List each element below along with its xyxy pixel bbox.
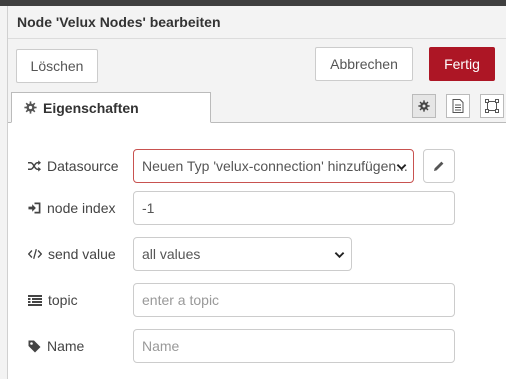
chevron-down-icon — [334, 252, 345, 259]
datasource-label: Datasource — [47, 158, 119, 174]
topic-label-wrap: topic — [28, 283, 78, 317]
delete-button[interactable]: Löschen — [16, 49, 98, 83]
node-index-label: node index — [47, 200, 116, 216]
tab-properties-label: Eigenschaften — [43, 99, 139, 116]
chevron-down-icon — [396, 164, 407, 171]
code-icon — [28, 249, 42, 259]
node-index-label-wrap: node index — [28, 191, 116, 225]
tab-properties[interactable]: Eigenschaften — [11, 92, 211, 123]
dialog-title: Node 'Velux Nodes' bearbeiten — [17, 14, 221, 30]
form-row-name: Name Name — [8, 329, 506, 363]
tag-icon — [28, 340, 41, 352]
datasource-select[interactable]: Neuen Typ 'velux-connection' hinzufügen.… — [133, 149, 414, 183]
left-edge — [0, 6, 8, 379]
form-row-send-value: send value all values — [8, 237, 506, 271]
pencil-icon — [434, 161, 444, 171]
dialog-toolbar: Löschen Abbrechen Fertig — [8, 39, 506, 91]
topic-label: topic — [48, 292, 78, 308]
send-value-select-value: all values — [142, 246, 201, 262]
gear-icon — [24, 101, 37, 114]
tab-settings-icon-button[interactable] — [412, 94, 436, 118]
datasource-label-wrap: Datasource — [28, 149, 119, 183]
tab-bar: Eigenschaften — [8, 91, 506, 123]
form-row-topic: topic enter a topic — [8, 283, 506, 317]
form-row-node-index: node index -1 — [8, 191, 506, 225]
name-label-wrap: Name — [28, 329, 84, 363]
frame-icon — [485, 99, 499, 113]
properties-panel: Datasource Neuen Typ 'velux-connection' … — [8, 123, 506, 379]
tab-description-icon-button[interactable] — [446, 94, 470, 118]
name-label: Name — [47, 338, 85, 354]
sign-in-icon — [28, 202, 41, 214]
tab-appearance-icon-button[interactable] — [480, 94, 504, 118]
dialog-header: Node 'Velux Nodes' bearbeiten — [8, 6, 506, 39]
done-button[interactable]: Fertig — [429, 47, 495, 81]
list-icon — [28, 294, 42, 306]
topic-input[interactable]: enter a topic — [133, 283, 455, 317]
datasource-select-value: Neuen Typ 'velux-connection' hinzufügen.… — [142, 158, 408, 174]
document-icon — [452, 99, 464, 113]
send-value-select[interactable]: all values — [133, 237, 352, 271]
send-value-label: send value — [48, 246, 116, 262]
name-input[interactable]: Name — [133, 329, 455, 363]
node-index-input[interactable]: -1 — [133, 191, 455, 225]
form-row-datasource: Datasource Neuen Typ 'velux-connection' … — [8, 149, 506, 183]
shuffle-icon — [28, 160, 41, 172]
edit-datasource-button[interactable] — [423, 149, 455, 183]
cancel-button[interactable]: Abbrechen — [315, 47, 413, 81]
gear-icon — [418, 100, 430, 112]
send-value-label-wrap: send value — [28, 237, 116, 271]
